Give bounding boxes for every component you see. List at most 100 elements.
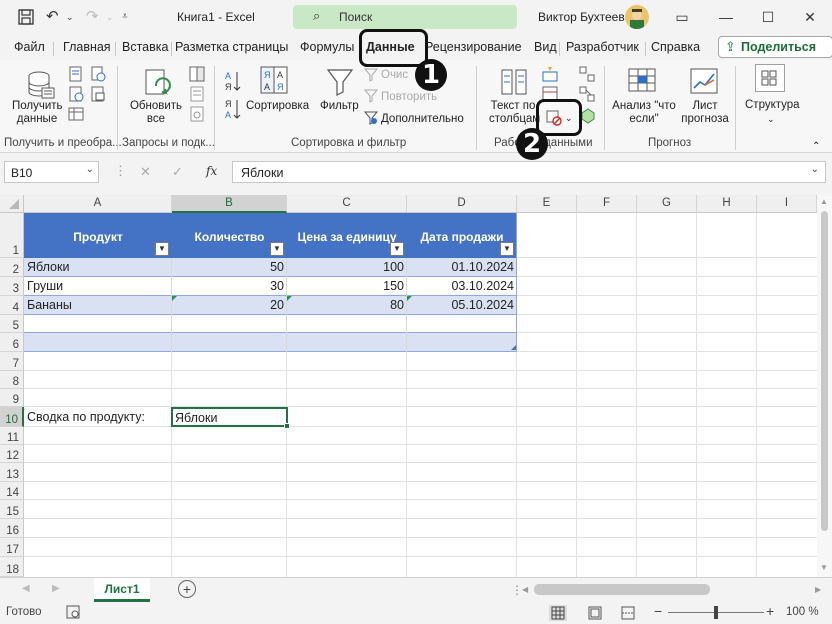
- column-header-a[interactable]: A: [24, 195, 172, 213]
- column-header-i[interactable]: I: [757, 195, 817, 213]
- consolidate-icon[interactable]: [579, 66, 595, 85]
- error-indicator-icon[interactable]: [172, 296, 177, 301]
- cancel-icon[interactable]: ✕: [140, 164, 151, 180]
- what-if-button[interactable]: Анализ "что если": [610, 100, 678, 126]
- column-header-f[interactable]: F: [577, 195, 637, 213]
- sheet-tab-active[interactable]: Лист1: [94, 578, 150, 602]
- avatar[interactable]: [625, 5, 649, 29]
- page-layout-view-button[interactable]: [587, 605, 603, 624]
- from-table-icon[interactable]: [68, 106, 84, 125]
- row-header-9[interactable]: 9: [0, 389, 24, 407]
- row-header-18[interactable]: 18: [0, 557, 24, 577]
- outline-button[interactable]: Структура: [745, 99, 800, 112]
- table-cell[interactable]: 20: [172, 298, 284, 312]
- column-header-g[interactable]: G: [637, 195, 697, 213]
- row-header-5[interactable]: 5: [0, 315, 24, 333]
- name-box-dropdown-icon[interactable]: ⌄: [86, 164, 94, 175]
- column-header-e[interactable]: E: [517, 195, 577, 213]
- filter-dropdown-icon[interactable]: ▼: [390, 242, 404, 256]
- formula-input[interactable]: Яблоки ⌄: [232, 161, 826, 183]
- fill-handle[interactable]: [284, 423, 290, 429]
- from-text-icon[interactable]: [68, 66, 84, 85]
- row-header-8[interactable]: 8: [0, 371, 24, 389]
- expand-formula-icon[interactable]: ⌄: [811, 164, 819, 175]
- tab-view[interactable]: Вид: [534, 40, 557, 54]
- table-cell[interactable]: 50: [172, 260, 284, 274]
- queries-connections-icon[interactable]: [189, 66, 205, 85]
- tab-help[interactable]: Справка: [651, 40, 700, 54]
- relationships-icon[interactable]: [579, 86, 595, 105]
- error-indicator-icon[interactable]: [407, 296, 412, 301]
- data-model-icon[interactable]: [580, 108, 596, 127]
- row-header-3[interactable]: 3: [0, 277, 24, 296]
- table-cell[interactable]: Груши: [27, 279, 63, 293]
- tab-formulas[interactable]: Формулы: [300, 40, 354, 54]
- selected-cell-b10[interactable]: Яблоки: [171, 407, 290, 429]
- row-header-16[interactable]: 16: [0, 519, 24, 538]
- error-indicator-icon[interactable]: [287, 296, 292, 301]
- row-header-14[interactable]: 14: [0, 482, 24, 500]
- filter-button[interactable]: Фильтр: [320, 100, 359, 113]
- table-row[interactable]: [24, 333, 517, 352]
- zoom-out-button[interactable]: −: [654, 603, 662, 619]
- user-name[interactable]: Виктор Бухтеев: [538, 10, 625, 24]
- row-header-11[interactable]: 11: [0, 427, 24, 445]
- flash-fill-icon[interactable]: [542, 66, 558, 85]
- vscroll-up-icon[interactable]: ▲: [820, 197, 828, 206]
- undo-dropdown-icon[interactable]: ⌄: [66, 0, 74, 34]
- tab-review[interactable]: Рецензирование: [425, 40, 522, 54]
- row-header-7[interactable]: 7: [0, 352, 24, 371]
- advanced-button[interactable]: Дополнительно: [381, 113, 464, 126]
- recent-sources-icon[interactable]: [90, 66, 106, 85]
- table-cell[interactable]: 30: [172, 279, 284, 293]
- refresh-all-button[interactable]: Обновить все: [128, 100, 184, 126]
- table-cell[interactable]: 150: [287, 279, 404, 293]
- redo-icon[interactable]: ↷: [86, 0, 99, 34]
- tab-developer[interactable]: Разработчик: [566, 40, 639, 54]
- close-button[interactable]: ✕: [788, 0, 832, 34]
- table-cell[interactable]: Яблоки: [27, 260, 69, 274]
- column-header-h[interactable]: H: [697, 195, 757, 213]
- redo-dropdown-icon[interactable]: ⌄: [106, 0, 114, 34]
- customize-qat-icon[interactable]: ⩡: [122, 0, 128, 34]
- table-cell[interactable]: 01.10.2024: [407, 260, 514, 274]
- page-break-view-button[interactable]: [620, 605, 636, 624]
- column-header-c[interactable]: C: [287, 195, 407, 213]
- table-cell[interactable]: 05.10.2024: [407, 298, 514, 312]
- properties-icon[interactable]: [189, 86, 205, 105]
- clear-button[interactable]: Очис: [381, 69, 408, 82]
- share-button[interactable]: ⇪ Поделиться: [718, 36, 832, 58]
- filter-dropdown-icon[interactable]: ▼: [500, 242, 514, 256]
- enter-icon[interactable]: ✓: [172, 164, 183, 180]
- accessibility-icon[interactable]: [66, 605, 80, 622]
- name-box[interactable]: B10 ⌄: [4, 161, 99, 183]
- ribbon-display-icon[interactable]: ▭: [660, 0, 704, 34]
- row-header-17[interactable]: 17: [0, 538, 24, 557]
- vertical-scrollbar-thumb[interactable]: [821, 211, 828, 531]
- row-header-1[interactable]: 1: [0, 213, 24, 258]
- vscroll-down-icon[interactable]: ▼: [820, 563, 828, 572]
- normal-view-button[interactable]: [549, 605, 567, 621]
- zoom-slider-thumb[interactable]: [714, 606, 718, 619]
- table-resize-handle[interactable]: [511, 345, 516, 350]
- scroll-left-icon[interactable]: ◀: [22, 583, 30, 594]
- row-header-15[interactable]: 15: [0, 500, 24, 519]
- reapply-button[interactable]: Повторить: [381, 91, 437, 104]
- table-cell[interactable]: Бананы: [27, 298, 72, 312]
- minimize-button[interactable]: —: [704, 0, 748, 34]
- collapse-ribbon-icon[interactable]: ⌃: [812, 140, 820, 153]
- sort-button[interactable]: Сортировка: [246, 100, 309, 113]
- tab-file[interactable]: Файл: [14, 40, 45, 54]
- horizontal-scrollbar-thumb[interactable]: [534, 584, 710, 595]
- row-header-12[interactable]: 12: [0, 445, 24, 463]
- column-header-d[interactable]: D: [407, 195, 517, 213]
- tab-insert[interactable]: Вставка: [122, 40, 168, 54]
- table-cell[interactable]: 100: [287, 260, 404, 274]
- filter-dropdown-icon[interactable]: ▼: [155, 242, 169, 256]
- from-web-icon[interactable]: [68, 86, 84, 105]
- row-header-13[interactable]: 13: [0, 463, 24, 482]
- text-to-columns-button[interactable]: Текст по столбцам: [489, 100, 540, 126]
- insert-function-icon[interactable]: fx: [206, 164, 217, 178]
- sort-za-icon[interactable]: ЯA: [224, 98, 242, 123]
- edit-links-icon[interactable]: [189, 106, 205, 125]
